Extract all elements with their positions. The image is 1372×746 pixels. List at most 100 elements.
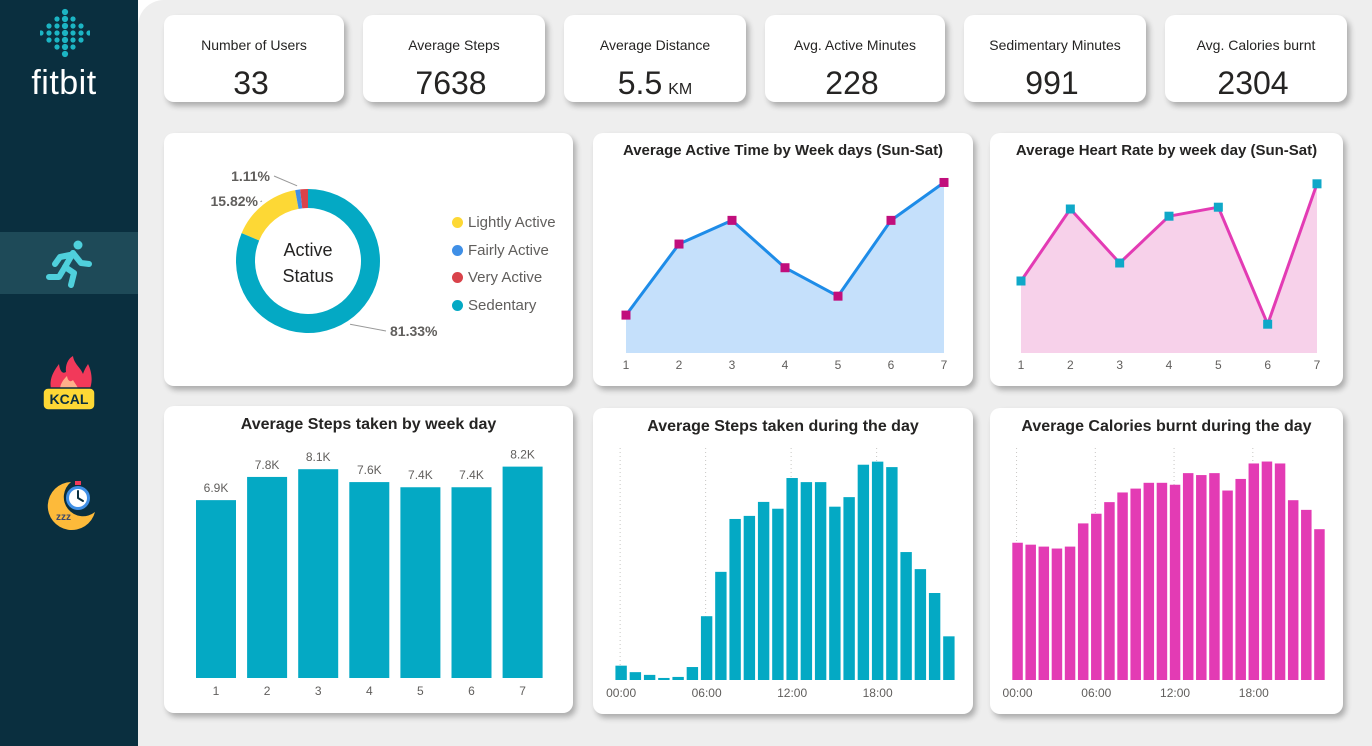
bar[interactable] [886,467,898,680]
bar[interactable] [196,500,236,678]
logo-dot [70,23,76,29]
data-point[interactable] [1164,211,1174,221]
bar[interactable] [843,497,855,680]
bar[interactable] [800,482,813,680]
legend-item-very-active[interactable]: Very Active [452,264,556,292]
bar[interactable] [1025,544,1036,680]
bar[interactable] [502,466,543,678]
bar[interactable] [900,552,912,680]
bar[interactable] [1301,509,1312,680]
data-point[interactable] [939,177,949,187]
data-point[interactable] [1263,319,1273,329]
x-tick-label: 2 [264,684,271,698]
bar[interactable] [772,508,784,680]
x-tick-label: 1 [213,684,220,698]
legend-label: Very Active [468,269,543,287]
nav-activity[interactable] [0,232,138,294]
x-tick-label: 5 [1215,358,1222,372]
bar[interactable] [1117,492,1128,680]
bar[interactable] [700,616,713,680]
data-point[interactable] [1065,204,1075,214]
bar[interactable] [349,482,390,678]
data-point[interactable] [1016,276,1026,286]
kpi-number: 5.5 [617,65,663,101]
logo-dot [46,37,52,43]
bar[interactable] [615,665,627,680]
data-point[interactable] [621,310,631,320]
kpi-unit: KM [668,81,693,98]
logo-dot [61,29,69,37]
bar[interactable] [629,672,642,680]
donut-leader-line [349,323,387,332]
bar[interactable] [400,487,441,678]
data-point[interactable] [1312,179,1322,189]
bar[interactable] [247,476,288,678]
brand-name: fitbit [31,64,97,102]
bar[interactable] [1104,502,1115,680]
bar[interactable] [1169,484,1181,680]
bar[interactable] [1077,523,1089,680]
x-tick-label: 6 [888,358,895,372]
bar[interactable] [686,667,699,680]
x-tick-label: 2 [676,358,683,372]
bar[interactable] [1196,475,1207,680]
bar[interactable] [914,569,927,680]
bar[interactable] [786,478,798,680]
kpi-value: 991 [964,65,1146,102]
bar[interactable] [1038,546,1050,680]
logo-dot [54,37,60,43]
bar[interactable] [715,571,727,680]
bar[interactable] [1209,473,1220,680]
data-point[interactable] [727,215,737,225]
data-point[interactable] [1213,202,1223,212]
bar[interactable] [1314,529,1325,680]
bar[interactable] [1287,500,1299,680]
x-tick-label: 4 [782,358,789,372]
bar[interactable] [814,482,827,680]
data-point[interactable] [1115,258,1125,268]
legend-item-sedentary[interactable]: Sedentary [452,292,556,320]
bar[interactable] [298,469,339,678]
bar[interactable] [1130,488,1141,680]
nav-calories[interactable]: KCAL [0,352,138,414]
bar[interactable] [1064,546,1076,680]
data-point[interactable] [674,239,684,249]
bar[interactable] [757,501,770,680]
bar[interactable] [672,676,684,680]
bar[interactable] [1274,463,1286,680]
nav-sleep[interactable]: zzz [0,472,138,534]
bar[interactable] [1222,490,1233,680]
kpi-value: 7638 [363,65,545,102]
bar[interactable] [743,515,756,680]
bar[interactable] [1156,482,1168,680]
bar[interactable] [829,506,841,680]
bar[interactable] [1051,548,1063,680]
data-point[interactable] [833,291,843,301]
data-point[interactable] [780,263,790,273]
bar[interactable] [1261,461,1273,680]
bar[interactable] [1182,473,1194,680]
x-tick-label: 2 [1067,358,1074,372]
x-tick-label: 1 [1018,358,1025,372]
bar[interactable] [1091,513,1102,680]
bar[interactable] [451,487,492,678]
steps-hour-bar-chart: 00:00 06:00 12:00 18:00 [606,448,955,700]
bar[interactable] [928,593,941,680]
kpi-card-sedentary-minutes: Sedimentary Minutes 991 [964,15,1146,102]
legend-item-fairly-active[interactable]: Fairly Active [452,237,556,265]
bar[interactable] [729,518,741,680]
bar[interactable] [943,636,955,680]
bar[interactable] [658,677,670,680]
logo-dot [54,16,60,22]
bar[interactable] [643,674,656,680]
bar[interactable] [1235,478,1246,680]
bar[interactable] [1248,463,1260,680]
legend-item-lightly-active[interactable]: Lightly Active [452,209,556,237]
donut-leader-line [260,200,263,203]
bar[interactable] [857,464,870,680]
bar[interactable] [1012,542,1023,680]
bar[interactable] [1143,482,1155,680]
logo-dot [46,30,52,36]
data-point[interactable] [886,215,896,225]
bar[interactable] [871,461,884,680]
